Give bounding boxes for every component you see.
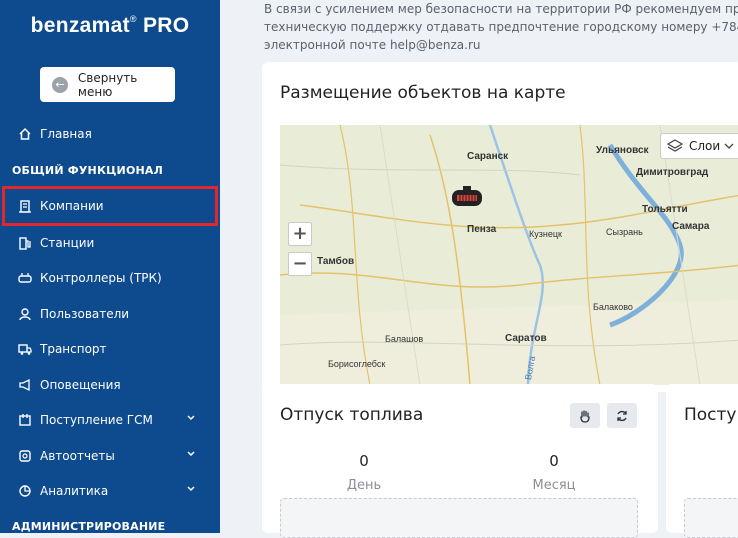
sidebar-item-label: Автоотчеты <box>40 448 115 463</box>
fuel-dispense-title: Отпуск топлива <box>280 405 424 425</box>
main-content: В связи с усилением мер безопасности на … <box>220 0 738 538</box>
fuel-income-icon <box>16 411 34 429</box>
fuel-station-marker[interactable] <box>450 185 484 209</box>
analytics-icon <box>16 482 34 500</box>
chevron-down-icon[interactable] <box>186 482 196 496</box>
city-label: Саранск <box>467 151 509 162</box>
map-view[interactable]: + − Слои Саранск Ульяновск Димитровград … <box>280 125 738 385</box>
map-card: Размещение объектов на карте + − Слои Са… <box>262 62 738 392</box>
city-label: Борисоглебск <box>328 359 386 369</box>
zoom-out-button[interactable]: − <box>288 252 312 276</box>
collapse-menu-label: Свернуть меню <box>77 70 138 99</box>
building-icon <box>16 197 34 215</box>
map-card-title: Размещение объектов на карте <box>280 83 566 103</box>
month-value: 0 <box>549 452 559 470</box>
sidebar-item-controllers[interactable]: Контроллеры (ТРК) <box>0 260 220 295</box>
city-label: Тольятти <box>642 204 688 215</box>
fuel-income-title: Поступ <box>684 405 738 425</box>
map-background <box>280 125 738 385</box>
sidebar: benzamat® PRO ← Свернуть меню Главная ОБ… <box>0 0 220 533</box>
brand-logo[interactable]: benzamat® PRO <box>0 14 220 38</box>
city-label: Пенза <box>467 224 497 235</box>
sidebar-item-label: Поступление ГСМ <box>40 412 153 427</box>
layers-icon <box>667 139 683 152</box>
sidebar-item-label: Контроллеры (ТРК) <box>40 270 162 285</box>
hand-icon <box>580 409 590 423</box>
layers-dropdown[interactable]: Слои <box>660 133 738 159</box>
sidebar-item-label: Транспорт <box>40 341 107 356</box>
city-label: Кузнецк <box>529 229 562 239</box>
sidebar-item-transport[interactable]: Транспорт <box>0 331 220 366</box>
sidebar-item-companies[interactable]: Компании <box>2 186 218 226</box>
city-label: Сызрань <box>606 227 643 237</box>
auto-report-icon <box>16 447 34 465</box>
chevron-down-icon[interactable] <box>186 447 196 461</box>
city-label: Тамбов <box>317 256 355 267</box>
day-label: День <box>346 478 382 493</box>
fuel-income-card: Поступ <box>666 384 738 538</box>
sidebar-item-analytics[interactable]: Аналитика <box>0 473 220 508</box>
sidebar-item-label: Компании <box>40 199 104 213</box>
sidebar-item-auto-reports[interactable]: Автоотчеты <box>0 438 220 473</box>
notice-line: В связи с усилением мер безопасности на … <box>264 2 738 16</box>
home-icon <box>16 125 34 143</box>
security-notice: В связи с усилением мер безопасности на … <box>264 0 738 54</box>
truck-icon <box>16 340 34 358</box>
city-label: Саратов <box>505 333 547 344</box>
notice-line: техническую поддержку отдавать предпочте… <box>264 20 738 34</box>
section-general-heading: ОБЩИЙ ФУНКЦИОНАЛ <box>12 164 163 177</box>
notice-line: электронной почте help@benza.ru <box>264 38 481 52</box>
city-label: Димитровград <box>636 167 709 178</box>
sidebar-item-label: Пользователи <box>40 306 130 321</box>
day-value: 0 <box>359 452 369 470</box>
section-admin-heading: АДМИНИСТРИРОВАНИЕ <box>12 520 166 533</box>
city-label: Самара <box>672 221 710 232</box>
dispense-chart-placeholder <box>280 498 638 538</box>
city-label: Ульяновск <box>596 145 649 156</box>
zoom-in-button[interactable]: + <box>288 222 312 246</box>
city-label: Балаково <box>593 302 633 312</box>
sidebar-item-home[interactable]: Главная <box>0 116 220 151</box>
sidebar-item-label: Главная <box>40 126 92 141</box>
sidebar-item-label: Станции <box>40 235 95 250</box>
sidebar-item-label: Аналитика <box>40 483 109 498</box>
city-label: Балашов <box>385 334 424 344</box>
layers-label: Слои <box>689 139 721 153</box>
chevron-down-icon[interactable] <box>186 411 196 425</box>
megaphone-icon <box>16 376 34 394</box>
drag-handle-button[interactable] <box>570 403 600 428</box>
sidebar-item-stations[interactable]: Станции <box>0 225 220 260</box>
sidebar-item-fuel-income[interactable]: Поступление ГСМ <box>0 402 220 437</box>
fuel-dispense-card: Отпуск топлива 0 День 0 Месяц <box>262 384 658 538</box>
arrow-left-icon: ← <box>52 76 68 93</box>
refresh-icon <box>617 410 627 421</box>
sidebar-item-label: Оповещения <box>40 377 121 392</box>
fuel-station-icon <box>16 234 34 252</box>
sidebar-item-notifications[interactable]: Оповещения <box>0 367 220 402</box>
month-label: Месяц <box>532 478 576 493</box>
income-chart-placeholder <box>684 498 738 538</box>
chevron-down-icon <box>724 143 734 149</box>
controller-icon <box>16 269 34 287</box>
collapse-menu-button[interactable]: ← Свернуть меню <box>40 67 175 102</box>
refresh-button[interactable] <box>607 403 637 428</box>
user-icon <box>16 305 34 323</box>
sidebar-item-users[interactable]: Пользователи <box>0 296 220 331</box>
